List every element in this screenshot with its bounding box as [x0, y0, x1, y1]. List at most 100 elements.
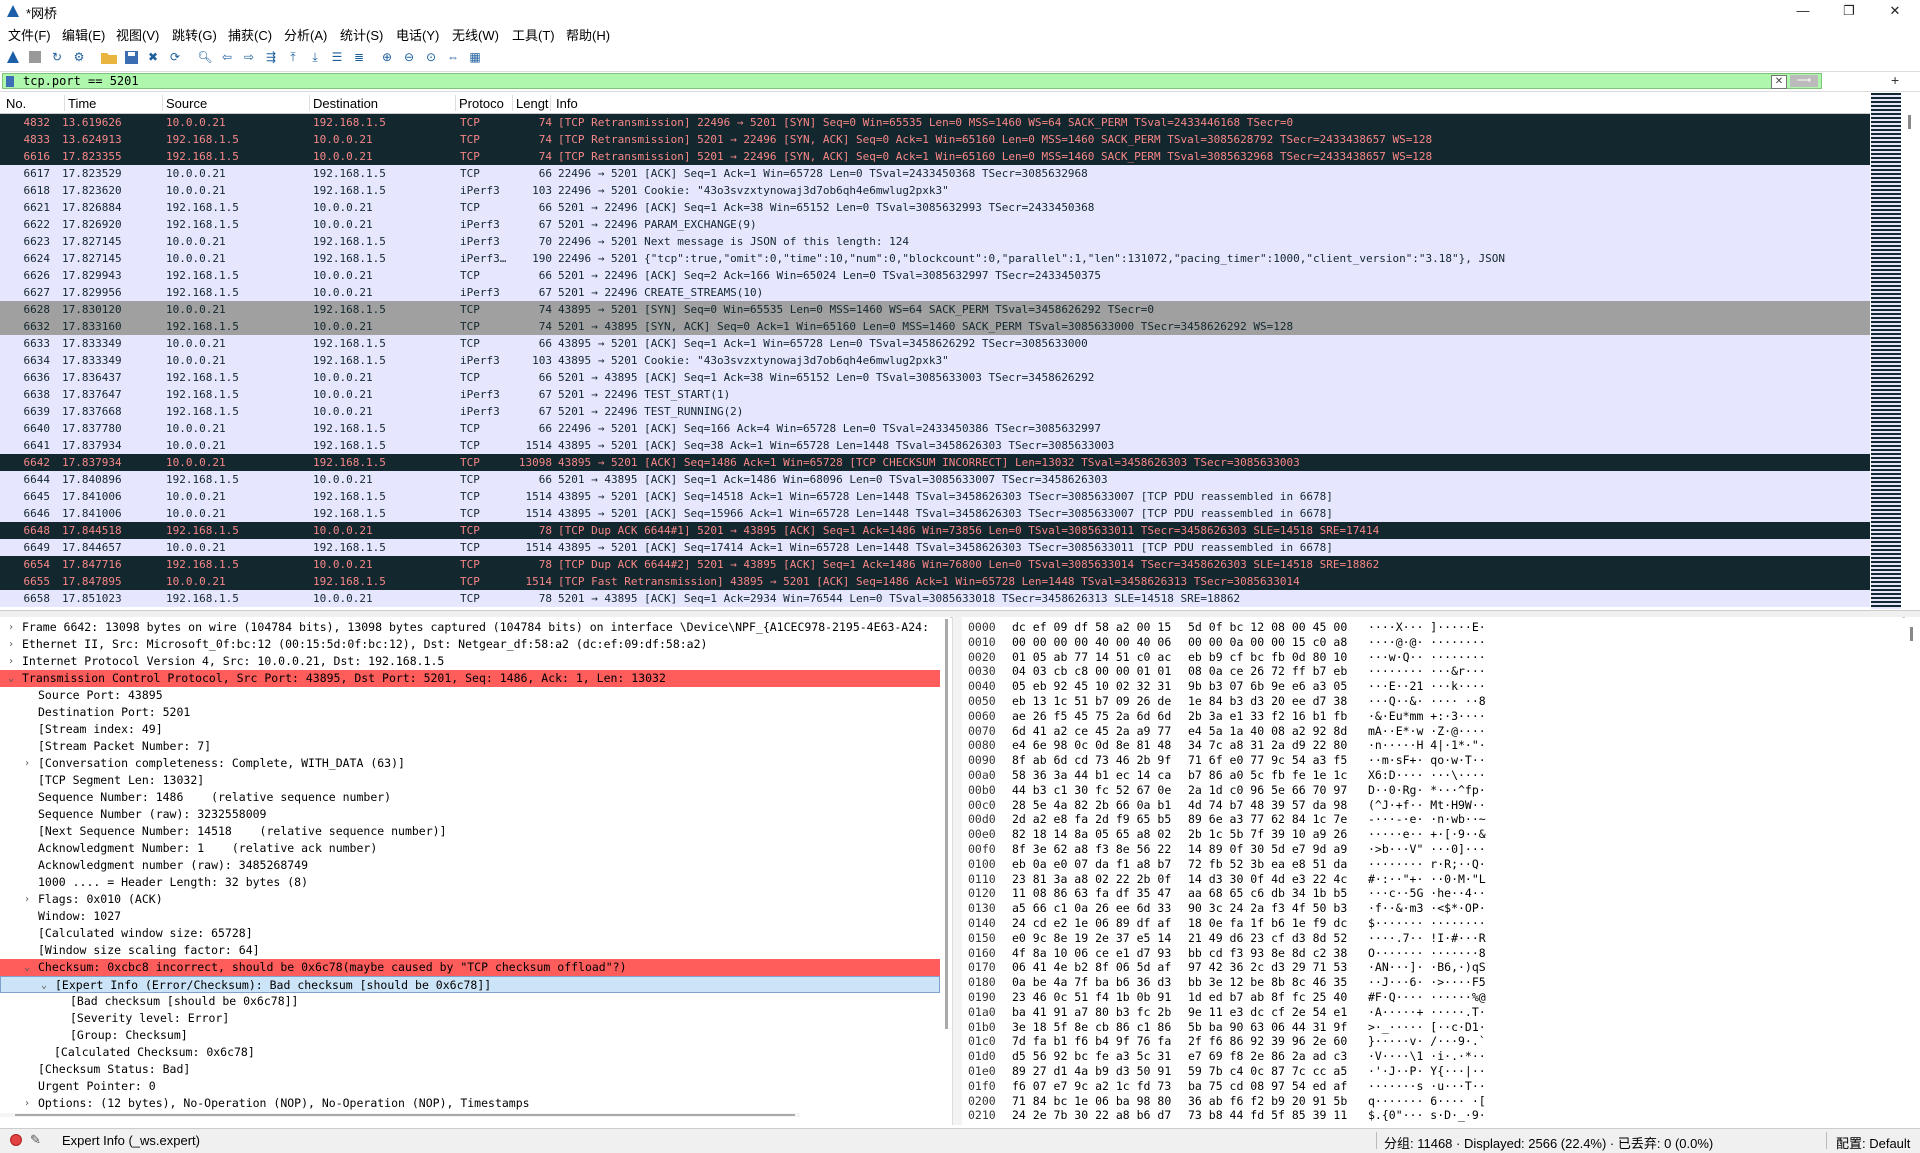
expand-arrow-icon[interactable]: › — [6, 653, 16, 670]
packet-row[interactable]: 6623 17.827145 10.0.0.21 192.168.1.5 iPerf3 7… — [0, 233, 1870, 250]
tree-item[interactable]: › Internet Protocol Version 4, Src: 10.0.… — [0, 653, 940, 670]
menu-edit[interactable]: 编辑(E) — [62, 25, 105, 44]
packet-row[interactable]: 6639 17.837668 192.168.1.5 10.0.0.21 iPerf3 6… — [0, 403, 1870, 420]
tree-item[interactable]: [Checksum Status: Bad] — [0, 1061, 940, 1078]
packet-row[interactable]: 6649 17.844657 10.0.0.21 192.168.1.5 TCP 1514… — [0, 539, 1870, 556]
column-separator[interactable] — [550, 95, 551, 111]
tree-item[interactable]: › Ethernet II, Src: Microsoft_0f:bc:12 (0… — [0, 636, 940, 653]
colorize-icon[interactable]: ≣ — [350, 48, 368, 66]
packet-row[interactable]: 6628 17.830120 10.0.0.21 192.168.1.5 TCP 74 43… — [0, 301, 1870, 318]
bytes-scrollbar[interactable] — [1905, 617, 1920, 1125]
menu-view[interactable]: 视图(V) — [116, 25, 159, 44]
tree-item[interactable]: 1000 .... = Header Length: 32 bytes (8) — [0, 874, 940, 891]
tree-item[interactable]: [Window size scaling factor: 64] — [0, 942, 940, 959]
column-separator[interactable] — [455, 95, 456, 111]
tree-item[interactable]: [Group: Checksum] — [0, 1027, 940, 1044]
column-length[interactable]: Lengt — [516, 96, 549, 111]
column-separator[interactable] — [512, 95, 513, 111]
expand-arrow-icon[interactable]: › — [22, 1095, 32, 1112]
profile-selector[interactable]: 配置: Default — [1836, 1133, 1910, 1152]
bookmark-icon[interactable] — [6, 76, 14, 87]
packet-row[interactable]: 6644 17.840896 192.168.1.5 10.0.0.21 TCP 66 52… — [0, 471, 1870, 488]
tree-item[interactable]: [Calculated Checksum: 0x6c78] — [0, 1044, 940, 1061]
tree-item[interactable]: Acknowledgment Number: 1 (relative ack n… — [0, 840, 940, 857]
menu-telephony[interactable]: 电话(Y) — [396, 25, 439, 44]
packet-details-tree[interactable]: › Frame 6642: 13098 bytes on wire (104784… — [0, 617, 950, 1125]
last-packet-icon[interactable]: ⤓ — [306, 48, 324, 66]
packet-bytes-pane[interactable]: 0000 dc ef 09 df 58 a2 00 15 5d 0f bc 12 0… — [962, 617, 1902, 1125]
tree-item[interactable]: [Calculated window size: 65728] — [0, 925, 940, 942]
packet-row[interactable]: 6638 17.837647 192.168.1.5 10.0.0.21 iPerf3 6… — [0, 386, 1870, 403]
menu-capture[interactable]: 捕获(C) — [228, 25, 272, 44]
packet-row[interactable]: 6618 17.823620 10.0.0.21 192.168.1.5 iPerf3 1… — [0, 182, 1870, 199]
column-protocol[interactable]: Protoco — [459, 96, 504, 111]
tree-item[interactable]: › [Conversation completeness: Complete, W… — [0, 755, 940, 772]
packet-row[interactable]: 6633 17.833349 10.0.0.21 192.168.1.5 TCP 66 43… — [0, 335, 1870, 352]
zoom-reset-icon[interactable]: ⊙ — [422, 48, 440, 66]
resize-columns-icon[interactable]: ⇔ — [444, 48, 462, 66]
packet-row[interactable]: 6642 17.837934 10.0.0.21 192.168.1.5 TCP 1309… — [0, 454, 1870, 471]
column-no[interactable]: No. — [6, 96, 26, 111]
packet-row[interactable]: 6627 17.829956 192.168.1.5 10.0.0.21 iPerf3 6… — [0, 284, 1870, 301]
packet-row[interactable]: 6624 17.827145 10.0.0.21 192.168.1.5 iPerf3…… — [0, 250, 1870, 267]
tree-item[interactable]: Source Port: 43895 — [0, 687, 940, 704]
packet-row[interactable]: 6640 17.837780 10.0.0.21 192.168.1.5 TCP 66 22… — [0, 420, 1870, 437]
packet-row[interactable]: 6658 17.851023 192.168.1.5 10.0.0.21 TCP 78 52… — [0, 590, 1870, 607]
menu-file[interactable]: 文件(F) — [8, 25, 51, 44]
column-separator[interactable] — [162, 95, 163, 111]
packet-row[interactable]: 6621 17.826884 192.168.1.5 10.0.0.21 TCP 66 52… — [0, 199, 1870, 216]
tree-item[interactable]: › Flags: 0x010 (ACK) — [0, 891, 940, 908]
packet-row[interactable]: 6622 17.826920 192.168.1.5 10.0.0.21 iPerf3 6… — [0, 216, 1870, 233]
close-file-icon[interactable]: ✖ — [144, 48, 162, 66]
tree-item[interactable]: [TCP Segment Len: 13032] — [0, 772, 940, 789]
packet-row[interactable]: 6648 17.844518 192.168.1.5 10.0.0.21 TCP 78 [T… — [0, 522, 1870, 539]
shark-fin-start-icon[interactable] — [4, 48, 22, 66]
tree-item[interactable]: [Next Sequence Number: 14518 (relative s… — [0, 823, 940, 840]
layout-icon[interactable]: ▦ — [466, 48, 484, 66]
tree-item[interactable]: › Frame 6642: 13098 bytes on wire (104784… — [0, 619, 940, 636]
tree-item[interactable]: [Stream Packet Number: 7] — [0, 738, 940, 755]
scroll-thumb[interactable] — [945, 619, 948, 1029]
tree-item[interactable]: Acknowledgment number (raw): 3485268749 — [0, 857, 940, 874]
first-packet-icon[interactable]: ⤒ — [284, 48, 302, 66]
restart-icon[interactable]: ↻ — [48, 48, 66, 66]
display-filter-input[interactable]: tcp.port == 5201 ✕ ⟶ — [2, 73, 1822, 89]
expand-arrow-icon[interactable]: › — [6, 619, 16, 636]
expand-arrow-icon[interactable]: › — [22, 891, 32, 908]
menu-tools[interactable]: 工具(T) — [512, 25, 555, 44]
column-separator[interactable] — [309, 95, 310, 111]
menu-wireless[interactable]: 无线(W) — [452, 25, 499, 44]
go-to-packet-icon[interactable]: ⇶ — [262, 48, 280, 66]
packet-minimap[interactable] — [1871, 93, 1901, 609]
tree-item[interactable]: Destination Port: 5201 — [0, 704, 940, 721]
tree-item[interactable]: Window: 1027 — [0, 908, 940, 925]
packet-row[interactable]: 6646 17.841006 10.0.0.21 192.168.1.5 TCP 1514… — [0, 505, 1870, 522]
apply-filter-button[interactable]: ⟶ — [1790, 75, 1818, 87]
packet-row[interactable]: 6645 17.841006 10.0.0.21 192.168.1.5 TCP 1514… — [0, 488, 1870, 505]
tree-item[interactable]: Urgent Pointer: 0 — [0, 1078, 940, 1095]
packet-row[interactable]: 6654 17.847716 192.168.1.5 10.0.0.21 TCP 78 [T… — [0, 556, 1870, 573]
packet-row[interactable]: 6617 17.823529 10.0.0.21 192.168.1.5 TCP 66 22… — [0, 165, 1870, 182]
find-icon[interactable]: 🔍︎ — [196, 48, 214, 66]
tree-item[interactable]: ⌄ Transmission Control Protocol, Src Port… — [0, 670, 940, 687]
zoom-in-icon[interactable]: ⊕ — [378, 48, 396, 66]
menu-statistics[interactable]: 统计(S) — [340, 25, 383, 44]
tree-item[interactable]: [Severity level: Error] — [0, 1010, 940, 1027]
reload-icon[interactable]: ⟳ — [166, 48, 184, 66]
packet-row[interactable]: 6641 17.837934 10.0.0.21 192.168.1.5 TCP 1514… — [0, 437, 1870, 454]
menu-help[interactable]: 帮助(H) — [566, 25, 610, 44]
collapse-arrow-icon[interactable]: ⌄ — [6, 670, 16, 687]
packet-row[interactable]: 6616 17.823355 192.168.1.5 10.0.0.21 TCP 74 [T… — [0, 148, 1870, 165]
zoom-out-icon[interactable]: ⊖ — [400, 48, 418, 66]
packet-row[interactable]: 6655 17.847895 10.0.0.21 192.168.1.5 TCP 1514… — [0, 573, 1870, 590]
back-icon[interactable]: ⇦ — [218, 48, 236, 66]
column-separator[interactable] — [64, 95, 65, 111]
save-icon[interactable] — [122, 48, 140, 66]
details-hscrollbar[interactable] — [0, 1113, 800, 1117]
scroll-thumb[interactable] — [1910, 627, 1913, 641]
packet-row[interactable]: 4832 13.619626 10.0.0.21 192.168.1.5 TCP 74 [T… — [0, 114, 1870, 131]
column-source[interactable]: Source — [166, 96, 207, 111]
tree-item[interactable]: ⌄ [Expert Info (Error/Checksum): Bad chec… — [0, 976, 940, 993]
collapse-arrow-icon[interactable]: ⌄ — [39, 977, 49, 994]
column-time[interactable]: Time — [68, 96, 96, 111]
